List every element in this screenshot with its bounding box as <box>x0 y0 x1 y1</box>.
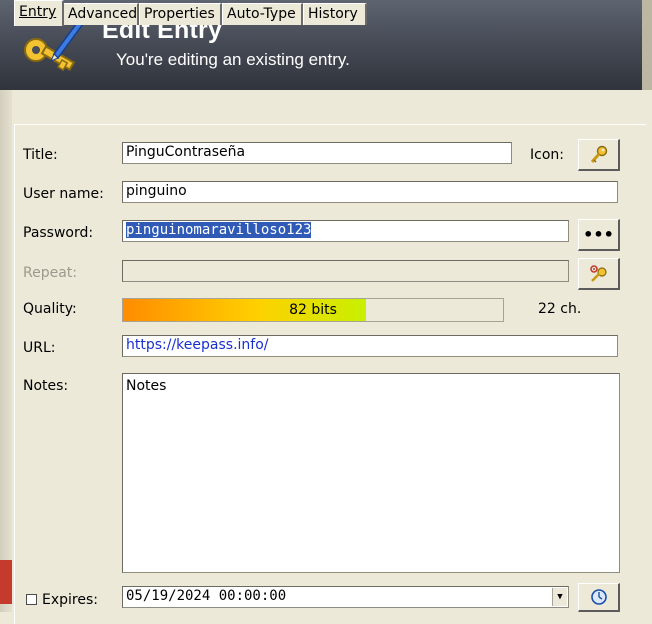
password-length: 22 ch. <box>538 301 582 317</box>
repeat-label: Repeat: <box>23 265 77 281</box>
url-label: URL: <box>23 340 56 356</box>
tab-history[interactable]: History <box>303 3 367 25</box>
title-label: Title: <box>23 147 58 163</box>
key-icon <box>590 145 607 163</box>
tab-entry[interactable]: Entry <box>14 0 64 26</box>
password-label: Password: <box>23 225 94 241</box>
username-field[interactable]: pinguino <box>122 181 618 203</box>
tab-auto-type[interactable]: Auto-Type <box>222 3 303 25</box>
tab-label: Properties <box>144 6 215 22</box>
expires-label: Expires: <box>42 592 98 608</box>
notes-field[interactable]: Notes <box>122 373 620 573</box>
repeat-password-field[interactable] <box>122 260 569 282</box>
password-selection: pinguinomaravilloso123 <box>126 222 312 238</box>
tab-label: Auto-Type <box>227 6 296 22</box>
title-field[interactable]: PinguContraseña <box>122 142 512 164</box>
username-label: User name: <box>23 186 104 202</box>
password-quality-bar: 82 bits <box>122 298 504 322</box>
toggle-password-visibility-button[interactable]: ••• <box>578 219 620 251</box>
window-edge <box>642 0 652 90</box>
clock-icon <box>590 589 607 605</box>
dialog-subtitle: You're editing an existing entry. <box>116 50 350 69</box>
quality-label: Quality: <box>23 301 77 317</box>
icon-picker-button[interactable] <box>578 139 620 171</box>
password-field[interactable]: pinguinomaravilloso123 <box>122 220 569 242</box>
icon-label: Icon: <box>530 147 564 163</box>
background-window-mark <box>0 560 12 604</box>
expires-dropdown-arrow[interactable]: ▼ <box>552 588 567 606</box>
tab-label: Entry <box>19 4 57 20</box>
tab-label: History <box>308 6 358 22</box>
tab-advanced[interactable]: Advanced <box>63 3 139 25</box>
url-field[interactable]: https://keepass.info/ <box>122 335 618 357</box>
key-gear-icon <box>589 264 607 282</box>
expires-datetime-field[interactable]: 05/19/2024 00:00:00 ▼ <box>122 586 569 608</box>
tab-label: Advanced <box>68 6 138 22</box>
expiry-presets-button[interactable] <box>578 583 620 612</box>
background-window-edge <box>0 90 12 612</box>
expires-datetime-value: 05/19/2024 00:00:00 <box>126 588 287 604</box>
tab-properties[interactable]: Properties <box>139 3 222 25</box>
password-generator-button[interactable] <box>578 258 620 290</box>
notes-label: Notes: <box>23 378 69 394</box>
password-quality-text: 82 bits <box>289 302 337 318</box>
expires-checkbox[interactable] <box>26 594 37 605</box>
